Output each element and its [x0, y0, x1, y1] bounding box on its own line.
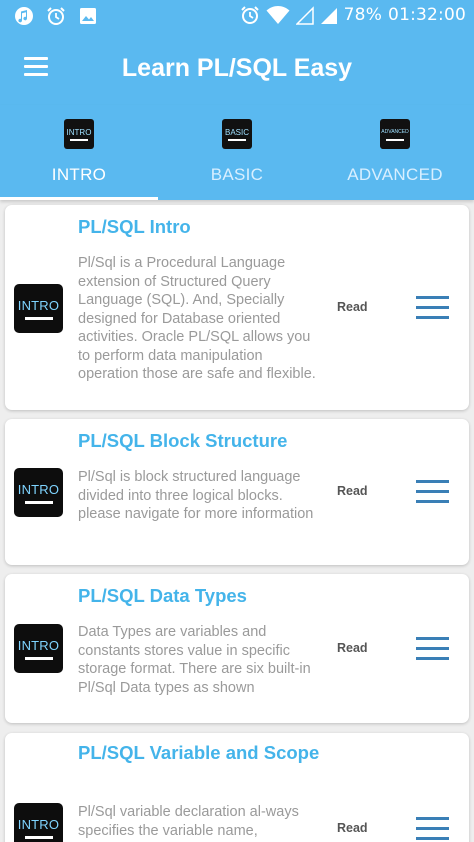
lesson-title: PL/SQL Data Types [78, 585, 247, 606]
lesson-description: Pl/Sql is block structured language divi… [78, 469, 314, 522]
status-bar: 78% 01:32:00 [0, 0, 474, 33]
tab-intro[interactable]: INTRO INTRO [0, 105, 158, 200]
hamburger-menu-icon[interactable] [416, 637, 450, 661]
alarm-icon [47, 7, 65, 25]
intro-thumbnail-icon: INTRO [14, 284, 63, 333]
hamburger-menu-icon[interactable] [416, 817, 450, 841]
system-status: 78% 01:32:00 [240, 5, 466, 25]
read-button[interactable]: Read [337, 300, 368, 314]
read-button[interactable]: Read [337, 821, 368, 835]
battery-percent: 78% [343, 5, 383, 25]
hamburger-menu-icon[interactable] [416, 296, 450, 320]
intro-thumbnail-icon: INTRO [14, 468, 63, 517]
no-signal-icon [295, 6, 314, 25]
tab-label: ADVANCED [347, 165, 443, 184]
tab-basic[interactable]: BASIC BASIC [158, 105, 316, 200]
hamburger-menu-icon[interactable] [416, 480, 450, 504]
basic-tab-icon: BASIC [222, 119, 252, 149]
lesson-card[interactable]: INTRO PL/SQL Intro Pl/Sql is a Procedura… [5, 205, 469, 410]
read-button[interactable]: Read [337, 641, 368, 655]
notification-icons [14, 6, 98, 26]
lesson-title: PL/SQL Intro [78, 216, 191, 237]
intro-thumbnail-icon: INTRO [14, 803, 63, 842]
intro-tab-icon: INTRO [64, 119, 94, 149]
advanced-tab-icon: ADVANCED [380, 119, 410, 149]
signal-icon [320, 8, 337, 24]
tab-label: BASIC [210, 165, 264, 184]
tab-bar: INTRO INTRO BASIC BASIC ADVANCED ADVANCE… [0, 105, 474, 200]
app-toolbar: Learn PL/SQL Easy [0, 33, 474, 105]
clock: 01:32:00 [388, 5, 466, 25]
lesson-list[interactable]: INTRO PL/SQL Intro Pl/Sql is a Procedura… [0, 200, 474, 842]
lesson-description: Pl/Sql variable declaration al-ways spec… [78, 804, 299, 839]
lesson-description: Data Types are variables and constants s… [78, 624, 311, 696]
tab-advanced[interactable]: ADVANCED ADVANCED [316, 105, 474, 200]
image-icon [80, 8, 96, 24]
lesson-title: PL/SQL Variable and Scope [78, 742, 320, 763]
app-title: Learn PL/SQL Easy [121, 54, 353, 82]
lesson-title: PL/SQL Block Structure [78, 430, 288, 451]
lesson-card[interactable]: INTRO PL/SQL Block Structure Pl/Sql is b… [5, 419, 469, 565]
wifi-icon [266, 6, 290, 24]
music-note-icon [15, 7, 33, 25]
tab-label: INTRO [51, 165, 107, 184]
intro-thumbnail-icon: INTRO [14, 624, 63, 673]
lesson-card[interactable]: INTRO PL/SQL Data Types Data Types are v… [5, 574, 469, 723]
lesson-description: Pl/Sql is a Procedural Language extensio… [78, 255, 316, 382]
lesson-card[interactable]: INTRO PL/SQL Variable and Scope Pl/Sql v… [5, 733, 469, 842]
read-button[interactable]: Read [337, 484, 368, 498]
alarm-clock-icon [240, 6, 259, 24]
